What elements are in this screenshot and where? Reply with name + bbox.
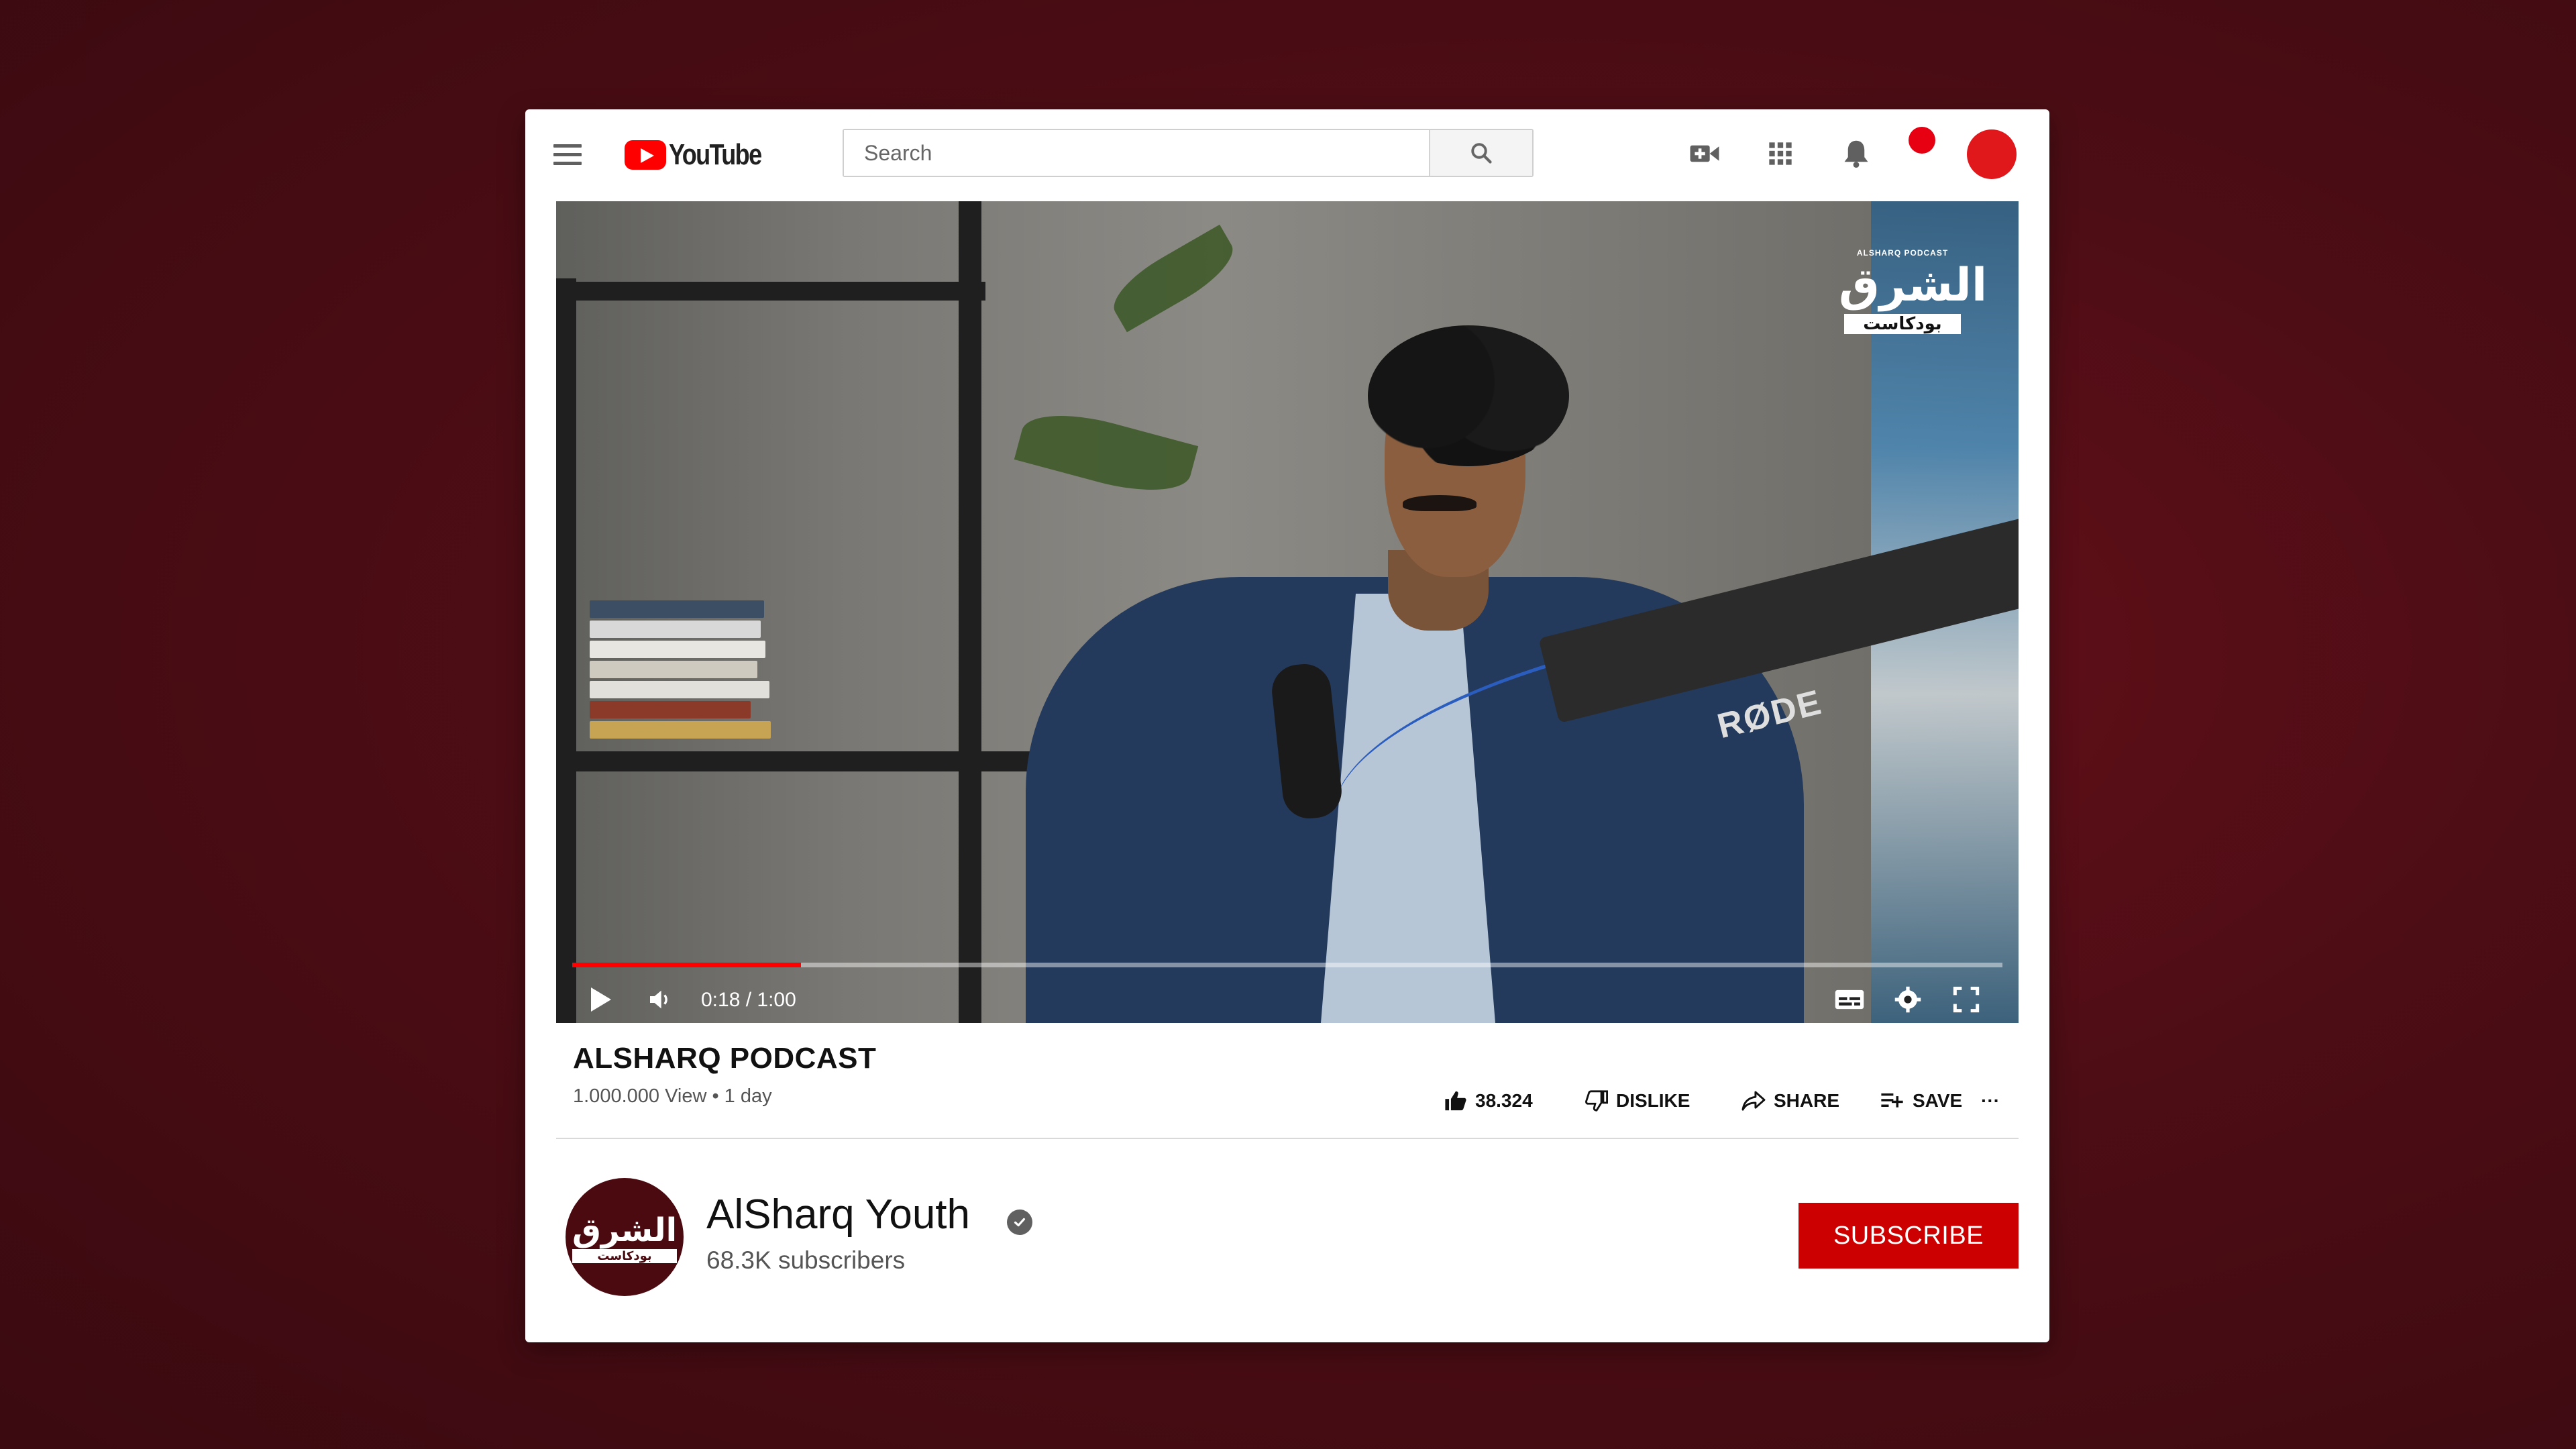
plant-leaf <box>1103 224 1244 333</box>
share-icon <box>1741 1091 1766 1111</box>
player-controls: 0:18 / 1:00 <box>556 979 2019 1020</box>
settings-button[interactable] <box>1889 982 1927 1017</box>
person-hair <box>1368 325 1569 466</box>
share-button[interactable]: SHARE <box>1741 1086 1839 1116</box>
search-bar <box>843 129 1534 177</box>
plant-leaf <box>1014 400 1199 505</box>
apps-grid-icon <box>1769 142 1792 165</box>
logo-text: YouTube <box>669 138 762 171</box>
watermark-main-text: الشرق <box>1839 259 1988 312</box>
video-meta: 1.000.000 View • 1 day <box>573 1085 772 1107</box>
thumbs-down-icon <box>1585 1090 1608 1112</box>
avatar-logo-sub: بودكاست <box>572 1248 678 1263</box>
shelf-board <box>556 282 985 301</box>
like-count: 38.324 <box>1475 1090 1533 1111</box>
bell-icon <box>1844 140 1868 168</box>
checkmark-icon <box>1014 1218 1026 1227</box>
youtube-logo[interactable]: YouTube <box>625 138 782 171</box>
search-input[interactable] <box>844 130 1429 176</box>
search-button[interactable] <box>1429 130 1532 176</box>
play-icon <box>591 987 611 1012</box>
channel-avatar[interactable]: الشرق بودكاست <box>566 1178 684 1296</box>
shelf-frame <box>959 201 981 1023</box>
create-video-button[interactable] <box>1686 135 1723 172</box>
more-actions-button[interactable]: ··· <box>1981 1086 2000 1116</box>
like-button[interactable]: 38.324 <box>1444 1086 1533 1116</box>
playlist-add-icon <box>1881 1093 1903 1108</box>
channel-watermark: ALSHARQ PODCAST الشرق بودكاست <box>1839 248 1988 356</box>
notifications-button[interactable] <box>1837 135 1875 172</box>
fullscreen-button[interactable] <box>1947 982 1985 1017</box>
channel-name[interactable]: AlSharq Youth <box>706 1191 970 1238</box>
search-icon <box>1471 143 1492 164</box>
save-button[interactable]: SAVE <box>1880 1086 1962 1116</box>
video-title: ALSHARQ PODCAST <box>573 1042 877 1075</box>
dislike-button[interactable]: DISLIKE <box>1585 1086 1690 1116</box>
volume-button[interactable] <box>643 982 677 1017</box>
books-stack <box>590 600 771 751</box>
watermark-top-text: ALSHARQ PODCAST <box>1856 248 1949 258</box>
save-label: SAVE <box>1913 1090 1963 1111</box>
apps-button[interactable] <box>1762 135 1799 172</box>
channel-avatar-logo: الشرق بودكاست <box>572 1211 678 1263</box>
youtube-window: YouTube Search RØDE ALSHARQ PODCAST الشر… <box>525 109 2049 1342</box>
subscriber-count: 68.3K subscribers <box>706 1246 906 1274</box>
volume-icon <box>650 990 667 1009</box>
verified-badge <box>1007 1210 1032 1235</box>
divider <box>556 1138 2019 1139</box>
shelf-board <box>556 751 1066 771</box>
captions-icon <box>1835 989 1864 1010</box>
more-icon: ··· <box>1981 1090 2000 1111</box>
fullscreen-icon <box>1953 986 1980 1013</box>
time-display: 0:18 / 1:00 <box>701 989 796 1011</box>
watermark-sub-text: بودكاست <box>1844 314 1961 334</box>
person-mustache <box>1403 495 1477 511</box>
video-camera-plus-icon <box>1690 145 1719 162</box>
thumbs-up-icon <box>1445 1091 1466 1111</box>
youtube-play-logo-icon <box>625 140 666 170</box>
shelf-frame <box>556 278 576 1023</box>
captions-button[interactable] <box>1831 982 1868 1017</box>
video-player[interactable]: RØDE ALSHARQ PODCAST الشرق بودكاست 0:18 … <box>556 201 2019 1023</box>
menu-icon[interactable] <box>553 144 582 166</box>
gear-icon <box>1894 986 1921 1013</box>
progress-played <box>572 963 802 967</box>
video-progress-bar[interactable] <box>572 963 2002 967</box>
play-button[interactable] <box>584 982 618 1017</box>
avatar-logo-main: الشرق <box>572 1211 678 1249</box>
notification-badge <box>1909 127 1935 154</box>
account-avatar[interactable] <box>1967 129 2017 179</box>
dislike-label: DISLIKE <box>1616 1090 1690 1111</box>
subscribe-button[interactable]: SUBSCRIBE <box>1799 1203 2019 1269</box>
share-label: SHARE <box>1774 1090 1840 1111</box>
